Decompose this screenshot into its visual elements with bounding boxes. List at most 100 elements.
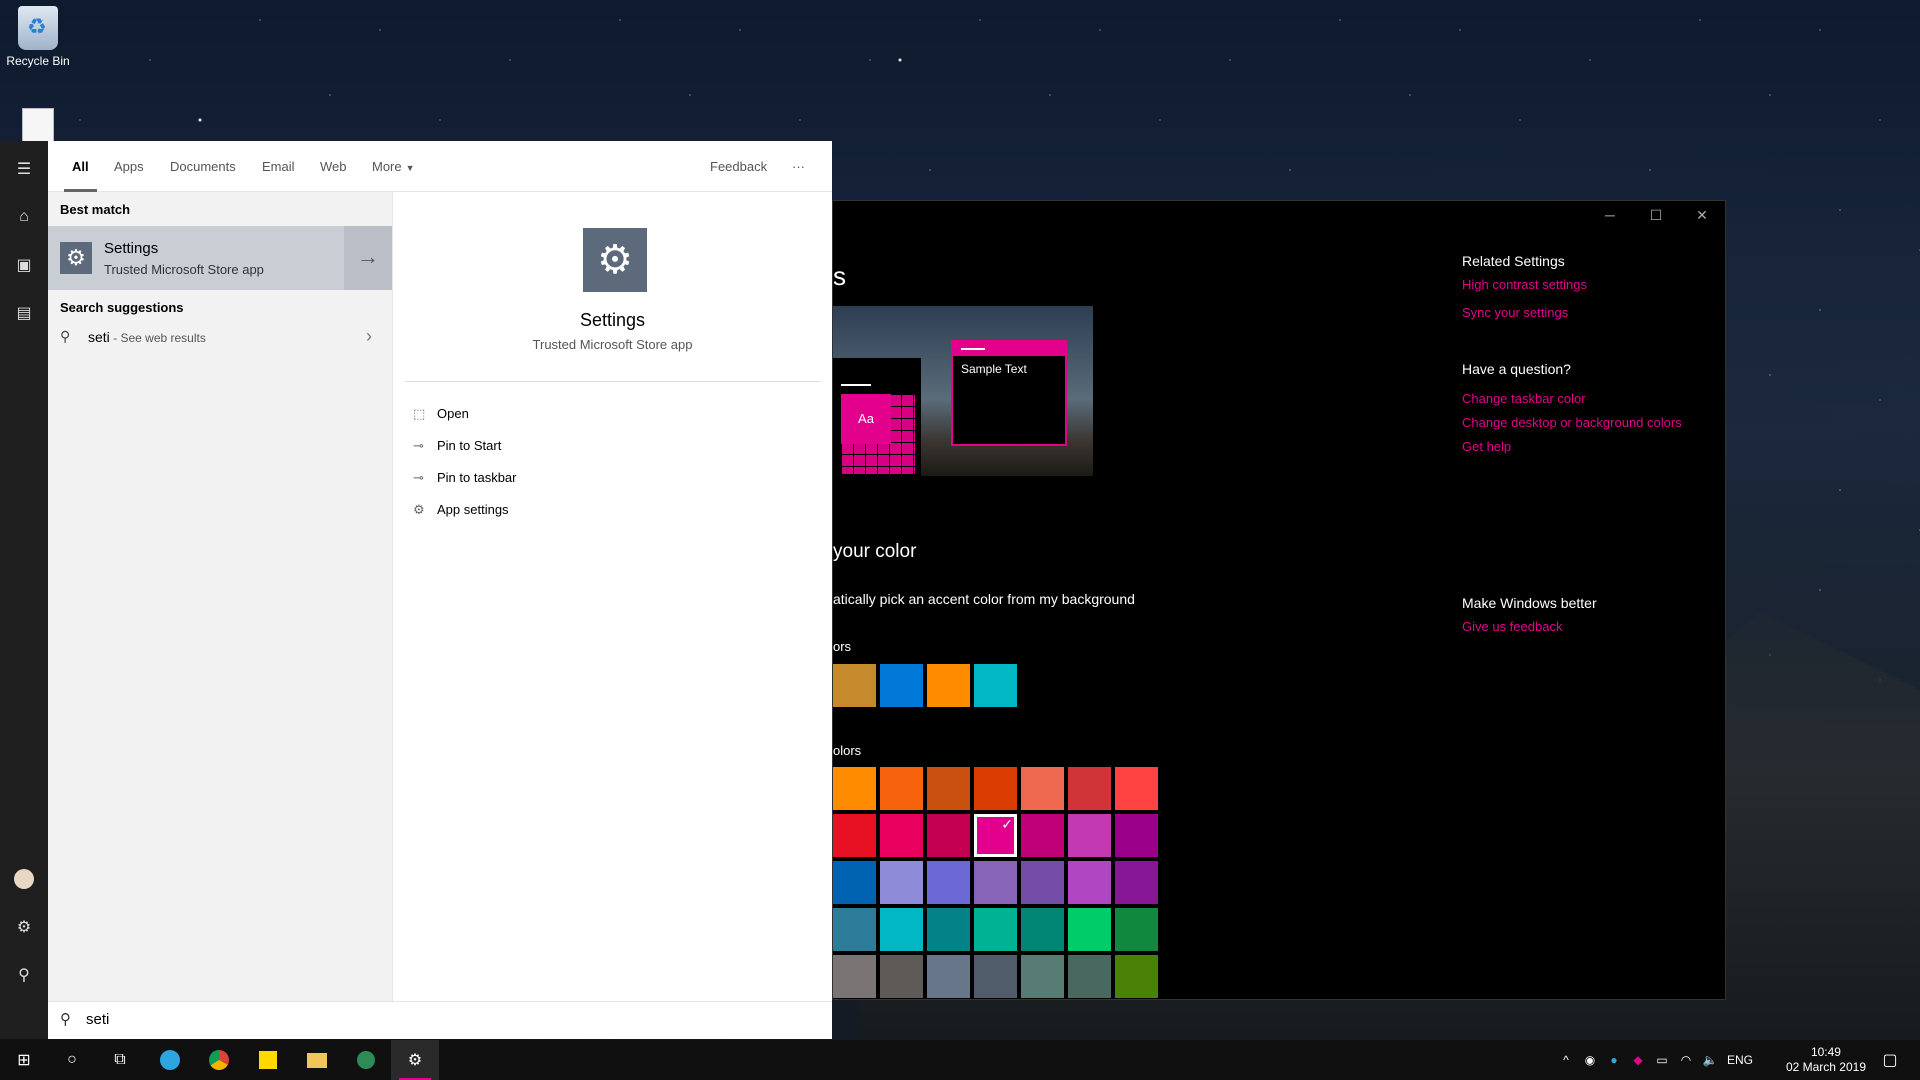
chevron-up-icon[interactable]: ^	[1554, 1053, 1578, 1067]
best-match-result[interactable]: ⚙ Settings Trusted Microsoft Store app →	[48, 226, 392, 290]
color-swatch[interactable]	[927, 664, 970, 707]
color-swatch[interactable]	[1021, 861, 1064, 904]
search-tabs: All Apps Documents Email Web More ▼ Feedb…	[48, 141, 832, 192]
color-swatch[interactable]	[880, 814, 923, 857]
color-swatch[interactable]	[1115, 814, 1158, 857]
minimize-button[interactable]: ─	[1587, 207, 1633, 223]
file-explorer-icon[interactable]	[293, 1040, 341, 1080]
feedback-person-icon[interactable]: ⚲	[0, 955, 48, 995]
hamburger-menu-icon[interactable]: ☰	[0, 149, 48, 189]
app-icon[interactable]	[342, 1040, 390, 1080]
color-swatch[interactable]	[974, 908, 1017, 951]
color-swatch[interactable]	[1021, 908, 1064, 951]
tab-web[interactable]: Web	[320, 159, 347, 174]
color-swatch[interactable]	[974, 767, 1017, 810]
windows-start-icon[interactable]: ⊞	[0, 1040, 48, 1080]
search-input[interactable]: ⚲ seti	[48, 1001, 832, 1039]
color-swatch[interactable]	[880, 664, 923, 707]
settings-taskbar-icon[interactable]: ⚙	[391, 1040, 439, 1080]
selected-color-swatch[interactable]	[974, 814, 1017, 857]
pin-to-start-action[interactable]: ⊸ Pin to Start	[413, 438, 501, 454]
make-windows-better-section: Make Windows better Give us feedback	[1462, 595, 1597, 647]
color-swatch[interactable]	[880, 908, 923, 951]
home-icon[interactable]: ⌂	[0, 197, 48, 237]
color-swatch[interactable]	[833, 955, 876, 998]
language-indicator[interactable]: ENG	[1722, 1053, 1758, 1067]
cortana-icon[interactable]: ○	[48, 1040, 96, 1080]
tab-documents[interactable]: Documents	[170, 159, 236, 174]
color-swatch-row	[833, 767, 1158, 810]
auto-pick-accent-checkbox[interactable]: atically pick an accent color from my ba…	[833, 591, 1135, 607]
app-settings-action[interactable]: ⚙ App settings	[413, 502, 509, 518]
color-swatch[interactable]	[833, 767, 876, 810]
close-button[interactable]: ✕	[1679, 207, 1725, 224]
color-swatch[interactable]	[1021, 814, 1064, 857]
task-view-icon[interactable]: ⧉	[96, 1040, 144, 1080]
color-swatch[interactable]	[927, 861, 970, 904]
change-background-colors-link[interactable]: Change desktop or background colors	[1462, 415, 1682, 430]
color-swatch[interactable]	[1115, 908, 1158, 951]
maximize-button[interactable]: ☐	[1633, 207, 1679, 224]
color-swatch[interactable]	[833, 861, 876, 904]
tab-more[interactable]: More ▼	[372, 159, 415, 174]
sticky-notes-icon[interactable]	[244, 1040, 292, 1080]
color-swatch[interactable]	[1068, 767, 1111, 810]
color-swatch[interactable]	[927, 767, 970, 810]
color-swatch[interactable]	[974, 861, 1017, 904]
more-options-button[interactable]: ···	[792, 159, 805, 174]
gear-icon[interactable]: ⚙	[0, 907, 48, 947]
sync-settings-link[interactable]: Sync your settings	[1462, 305, 1587, 320]
wifi-icon[interactable]: ◠	[1674, 1053, 1698, 1067]
color-swatch[interactable]	[927, 908, 970, 951]
pin-to-taskbar-action[interactable]: ⊸ Pin to taskbar	[413, 470, 517, 486]
color-swatch[interactable]	[880, 861, 923, 904]
search-icon: ⚲	[60, 328, 71, 344]
give-feedback-link[interactable]: Give us feedback	[1462, 619, 1597, 634]
color-swatch[interactable]	[1068, 908, 1111, 951]
feedback-button[interactable]: Feedback	[710, 159, 767, 174]
record-icon[interactable]: ◉	[1578, 1053, 1602, 1067]
web-suggestion-item[interactable]: ⚲ seti - See web results ›	[48, 324, 392, 352]
action-center-icon[interactable]: ▢	[1866, 1040, 1914, 1080]
color-swatch[interactable]	[880, 955, 923, 998]
color-swatch[interactable]	[974, 955, 1017, 998]
high-contrast-link[interactable]: High contrast settings	[1462, 277, 1587, 292]
color-swatch[interactable]	[833, 814, 876, 857]
tab-apps[interactable]: Apps	[114, 159, 144, 174]
get-help-link[interactable]: Get help	[1462, 439, 1682, 454]
color-swatch[interactable]	[1068, 861, 1111, 904]
start-rail: ☰ ⌂ ▣ ▤ ⚙ ⚲	[0, 141, 48, 1039]
battery-icon[interactable]: ▭	[1650, 1053, 1674, 1067]
notebook-icon[interactable]: ▣	[0, 245, 48, 285]
volume-icon[interactable]: 🔈	[1698, 1053, 1722, 1067]
clock[interactable]: 10:49 02 March 2019	[1786, 1045, 1866, 1075]
color-swatch[interactable]	[1115, 955, 1158, 998]
telegram-icon[interactable]	[146, 1040, 194, 1080]
telegram-tray-icon[interactable]: ●	[1602, 1053, 1626, 1067]
recycle-bin-desktop-icon[interactable]: Recycle Bin	[0, 6, 76, 68]
collections-icon[interactable]: ▤	[0, 293, 48, 333]
color-swatch[interactable]	[880, 767, 923, 810]
chrome-icon[interactable]	[195, 1040, 243, 1080]
change-taskbar-color-link[interactable]: Change taskbar color	[1462, 391, 1682, 406]
avatar[interactable]	[0, 859, 48, 899]
color-swatch[interactable]	[1021, 767, 1064, 810]
open-action[interactable]: ⬚ Open	[413, 406, 469, 422]
color-swatch[interactable]	[1068, 955, 1111, 998]
open-details-arrow-icon[interactable]: →	[344, 226, 392, 290]
color-swatch[interactable]	[1115, 767, 1158, 810]
tab-all[interactable]: All	[64, 159, 97, 192]
color-swatch[interactable]	[1068, 814, 1111, 857]
app-tray-icon[interactable]: ◆	[1626, 1053, 1650, 1067]
color-swatch[interactable]	[927, 814, 970, 857]
color-swatch[interactable]	[833, 908, 876, 951]
color-swatch[interactable]	[1021, 955, 1064, 998]
color-swatch[interactable]	[974, 664, 1017, 707]
search-icon: ⚲	[60, 1011, 71, 1028]
tab-email[interactable]: Email	[262, 159, 295, 174]
color-swatch[interactable]	[927, 955, 970, 998]
color-swatch[interactable]	[833, 664, 876, 707]
settings-app-icon: ⚙	[60, 242, 92, 274]
color-swatch[interactable]	[1115, 861, 1158, 904]
color-swatch-row	[833, 955, 1158, 998]
